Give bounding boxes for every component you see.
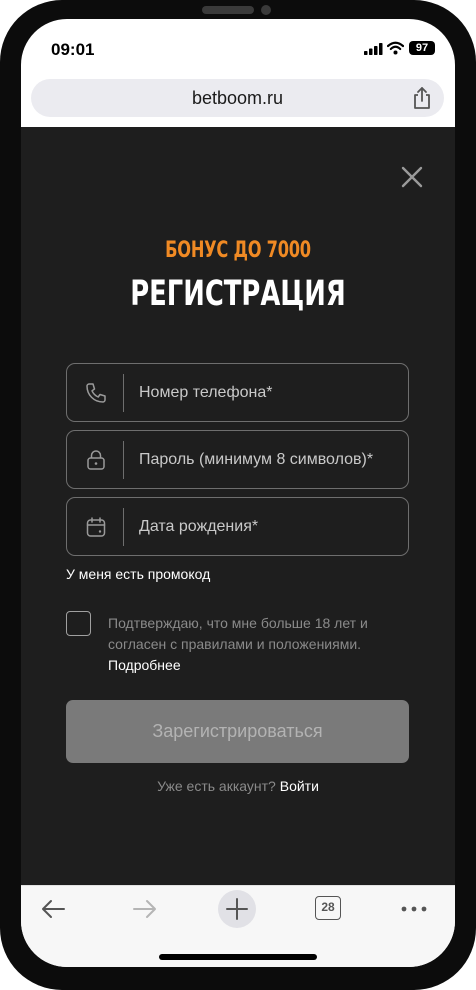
back-arrow-icon[interactable] <box>38 894 68 924</box>
battery-icon: 97 <box>409 41 435 55</box>
home-indicator[interactable] <box>159 954 317 960</box>
status-time: 09:01 <box>51 40 95 59</box>
camera <box>261 5 271 15</box>
phone-icon <box>86 383 106 403</box>
login-row: Уже есть аккаунт? Войти <box>21 778 455 794</box>
register-button[interactable]: Зарегистрироваться <box>66 700 409 763</box>
bonus-label: БОНУС ДО 7000 <box>165 238 311 263</box>
password-field[interactable] <box>66 430 409 489</box>
url-text[interactable]: betboom.ru <box>31 88 444 109</box>
consent-text: Подтверждаю, что мне больше 18 лет и сог… <box>108 613 408 676</box>
consent-label: Подтверждаю, что мне больше 18 лет и сог… <box>108 615 368 652</box>
phone-field[interactable] <box>66 363 409 422</box>
address-bar[interactable]: betboom.ru <box>31 79 444 117</box>
phone-input[interactable] <box>139 364 401 421</box>
birthdate-field[interactable] <box>66 497 409 556</box>
page-title: РЕГИСТРАЦИЯ <box>130 274 346 314</box>
field-divider <box>123 508 124 546</box>
registration-page: БОНУС ДО 7000 РЕГИСТРАЦИЯ Номер телефона… <box>21 127 455 885</box>
browser-toolbar: 28 <box>21 885 455 967</box>
status-bar: 09:01 97 <box>21 19 455 75</box>
screen: 09:01 97 betboom.ru БОНУС ДО 7000 РЕГИСТ… <box>21 19 455 967</box>
phone-frame: 09:01 97 betboom.ru БОНУС ДО 7000 РЕГИСТ… <box>0 0 476 990</box>
consent-more-link[interactable]: Подробнее <box>108 655 408 676</box>
birthdate-input[interactable] <box>139 498 401 555</box>
speaker <box>202 6 254 14</box>
age-consent-checkbox[interactable] <box>66 611 91 636</box>
calendar-icon <box>86 517 106 537</box>
new-tab-button[interactable] <box>218 890 256 928</box>
login-link[interactable]: Войти <box>280 778 319 794</box>
lock-icon <box>87 450 105 470</box>
field-divider <box>123 441 124 479</box>
more-icon[interactable] <box>399 894 429 924</box>
plus-icon <box>226 898 248 920</box>
signal-icon <box>364 43 383 55</box>
password-input[interactable] <box>139 431 401 488</box>
login-question: Уже есть аккаунт? <box>157 778 276 794</box>
close-icon[interactable] <box>400 165 424 189</box>
wifi-icon <box>387 41 404 55</box>
field-divider <box>123 374 124 412</box>
promo-code-link[interactable]: У меня есть промокод <box>66 566 210 582</box>
forward-arrow-icon[interactable] <box>130 894 160 924</box>
tabs-icon[interactable]: 28 <box>315 896 341 920</box>
share-icon[interactable] <box>412 86 432 110</box>
